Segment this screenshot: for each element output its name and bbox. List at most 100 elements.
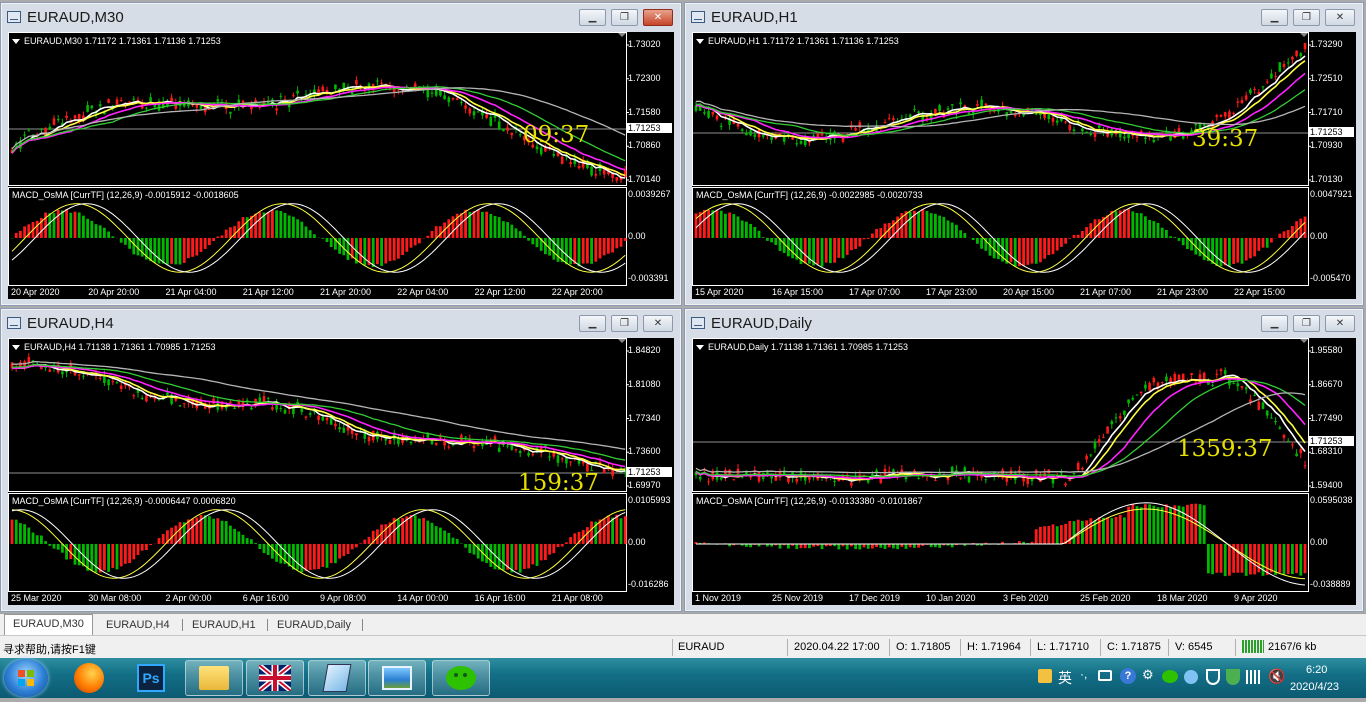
macd-bar — [1287, 544, 1290, 574]
restore-button[interactable]: ❐ — [1293, 9, 1320, 26]
keyboard-icon[interactable] — [1038, 669, 1052, 683]
taskbar-metatrader[interactable] — [246, 660, 304, 696]
macd-bar — [565, 542, 568, 544]
macd-scale-label: -0.016286 — [628, 579, 672, 589]
bar-countdown-timer: 159:37 — [518, 470, 599, 491]
chart-area[interactable]: EURAUD,M30 1.71172 1.71361 1.71136 1.712… — [8, 32, 674, 299]
tab-euraud-h1[interactable]: EURAUD,H1 — [184, 616, 264, 635]
candle-body — [502, 128, 505, 131]
candle-body — [78, 374, 81, 375]
start-button[interactable] — [4, 659, 48, 697]
macd-bar — [263, 544, 266, 553]
macd-bar — [711, 210, 714, 238]
macd-bar — [779, 544, 782, 549]
chart-window-h1[interactable]: EURAUD,H1 ▁❐✕ EURAUD,H1 1.71172 1.71361 … — [684, 2, 1364, 306]
macd-bar — [749, 224, 752, 238]
macd-bar — [305, 227, 308, 238]
candle-body — [107, 99, 110, 103]
macd-bar — [510, 544, 513, 572]
clock-time[interactable]: 6:20 — [1306, 664, 1327, 676]
candle-body — [716, 116, 719, 120]
tab-euraud-h4[interactable]: EURAUD,H4 — [98, 616, 178, 635]
taskbar-firefox[interactable] — [60, 660, 118, 696]
signal-icon[interactable] — [1246, 670, 1262, 684]
candle-body — [166, 393, 169, 395]
taskbar-explorer[interactable] — [185, 660, 243, 696]
macd-bar — [53, 213, 56, 238]
candle-body — [1161, 382, 1164, 383]
macd-bar — [250, 539, 253, 544]
candle-body — [389, 440, 392, 444]
volume-icon[interactable]: 🔇 — [1268, 668, 1285, 685]
macd-bar — [405, 238, 408, 252]
macd-bar — [753, 227, 756, 238]
candle-body — [238, 401, 241, 404]
taskbar-notepad[interactable] — [308, 660, 366, 696]
candle-body — [578, 166, 581, 168]
candle-body — [976, 104, 979, 106]
people-icon[interactable] — [1184, 670, 1198, 684]
candle-body — [1094, 442, 1097, 449]
restore-button[interactable]: ❐ — [611, 9, 638, 26]
taskbar-photoshop[interactable]: Ps — [122, 660, 180, 696]
minimize-button[interactable]: ▁ — [579, 9, 606, 26]
ime-language[interactable]: 英 — [1058, 668, 1072, 688]
wechat-tray-icon[interactable] — [1162, 670, 1178, 683]
tab-euraud-m30[interactable]: EURAUD,M30 — [4, 614, 93, 635]
ime-punctuation-icon[interactable]: ·, — [1080, 667, 1087, 681]
macd-bar — [1022, 238, 1025, 266]
macd-bar — [23, 226, 26, 238]
macd-bar — [1073, 521, 1076, 544]
tab-separator — [182, 619, 183, 631]
macd-bar — [1299, 544, 1302, 576]
macd-bar — [111, 544, 114, 568]
close-button[interactable]: ✕ — [643, 9, 673, 26]
macd-bar — [267, 212, 270, 238]
clock-date[interactable]: 2020/4/23 — [1290, 681, 1339, 693]
candle-body — [1081, 468, 1084, 469]
chart-area[interactable]: EURAUD,Daily 1.71138 1.71361 1.70985 1.7… — [692, 338, 1356, 605]
macd-bar — [1287, 230, 1290, 238]
macd-bar — [624, 516, 627, 544]
price-scale-label: 1.72300 — [628, 73, 672, 83]
minimize-button[interactable]: ▁ — [579, 315, 606, 332]
taskbar-picture-viewer[interactable] — [368, 660, 426, 696]
macd-bar — [821, 238, 824, 267]
shield-icon[interactable] — [1206, 669, 1220, 685]
candle-body — [519, 134, 522, 135]
tab-euraud-daily[interactable]: EURAUD,Daily — [269, 616, 359, 635]
chart-window-daily[interactable]: EURAUD,Daily ▁❐✕ EURAUD,Daily 1.71138 1.… — [684, 308, 1364, 612]
candle-body — [595, 174, 598, 176]
price-scale-label: 1.81080 — [628, 379, 672, 389]
restore-button[interactable]: ❐ — [611, 315, 638, 332]
macd-bar — [527, 544, 530, 569]
minimize-button[interactable]: ▁ — [1261, 315, 1288, 332]
macd-bar — [57, 544, 60, 550]
taskbar-wechat[interactable] — [432, 660, 490, 696]
security-icon[interactable] — [1226, 669, 1240, 685]
settings-icon[interactable]: ⚙ — [1142, 667, 1154, 683]
restore-button[interactable]: ❐ — [1293, 315, 1320, 332]
macd-bar — [1136, 213, 1139, 238]
chart-area[interactable]: EURAUD,H4 1.71138 1.71361 1.70985 1.7125… — [8, 338, 674, 605]
macd-bar — [44, 541, 47, 544]
minimize-button[interactable]: ▁ — [1261, 9, 1288, 26]
macd-bar — [489, 214, 492, 238]
printer-icon[interactable] — [1098, 670, 1112, 681]
price-scale-label: 1.73600 — [628, 446, 672, 456]
macd-bar — [1056, 238, 1059, 251]
chart-window-h4[interactable]: EURAUD,H4 ▁❐✕ EURAUD,H4 1.71138 1.71361 … — [0, 308, 682, 612]
help-icon[interactable]: ? — [1120, 668, 1136, 684]
chart-area[interactable]: EURAUD,H1 1.71172 1.71361 1.71136 1.7125… — [692, 32, 1356, 299]
candle-body — [569, 461, 572, 462]
candle-body — [53, 118, 56, 124]
macd-bar — [531, 544, 534, 564]
taskbar: Ps 英 ·, ? ⚙ 🔇 6:20 2020/4/23 — [0, 658, 1366, 698]
candle-body — [498, 121, 501, 129]
close-button[interactable]: ✕ — [1325, 9, 1355, 26]
macd-bar — [1148, 220, 1151, 238]
close-button[interactable]: ✕ — [1325, 315, 1355, 332]
close-button[interactable]: ✕ — [643, 315, 673, 332]
candle-body — [762, 135, 765, 137]
chart-window-m30[interactable]: EURAUD,M30 ▁❐✕ EURAUD,M30 1.71172 1.7136… — [0, 2, 682, 306]
